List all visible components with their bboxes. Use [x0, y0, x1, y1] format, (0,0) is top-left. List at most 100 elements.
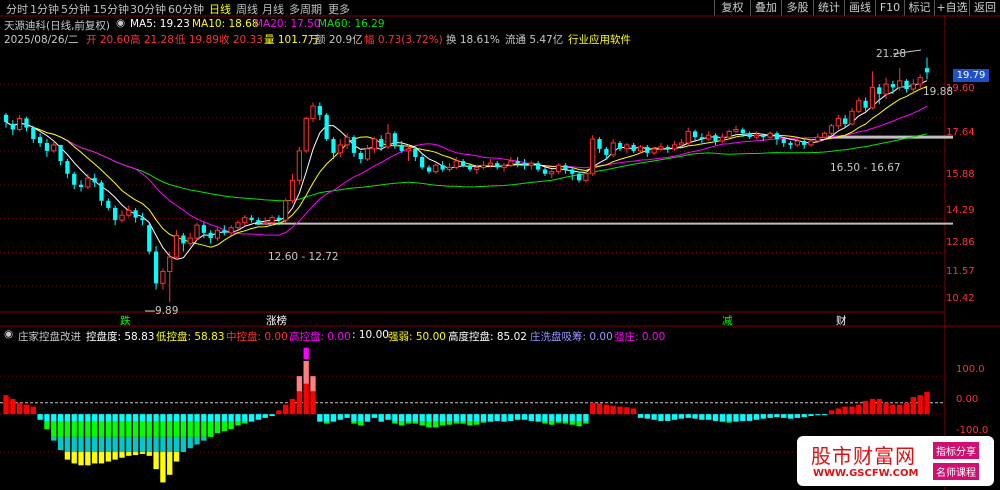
- ind-bar: [208, 421, 214, 437]
- ind-bar: [610, 405, 616, 415]
- ind-unnamed: : 10.00: [352, 329, 389, 341]
- price-tick: 15.88: [946, 169, 975, 180]
- ind-bar: [460, 414, 466, 422]
- candle-body: [549, 171, 555, 175]
- candle-body: [522, 163, 527, 166]
- ind-bar: [446, 421, 453, 425]
- candle-body: [788, 142, 793, 145]
- candle-body: [310, 105, 316, 119]
- ind-bar: [64, 414, 71, 422]
- candle-body: [781, 139, 786, 143]
- ind-strength: 强弱: 50.00: [388, 331, 446, 343]
- ind-bar: [92, 421, 98, 437]
- ind-bar: [467, 414, 473, 422]
- ind-bar: [412, 414, 418, 422]
- watermark-title: 股市财富网: [811, 444, 916, 468]
- ind-bar: [439, 421, 446, 426]
- candle-body: [147, 225, 152, 252]
- ind-bar: [85, 436, 91, 453]
- ma20-line: [5, 105, 928, 236]
- ind-bar: [562, 421, 569, 424]
- ind-bar: [726, 421, 732, 423]
- candle-body: [222, 230, 227, 233]
- ind-bar: [842, 406, 848, 415]
- ind-bar: [64, 452, 71, 460]
- ind-bar: [419, 414, 425, 422]
- ind-bar: [64, 421, 71, 437]
- candle-body: [44, 142, 50, 151]
- candle-body: [495, 163, 500, 168]
- ind-bar: [112, 436, 118, 453]
- candle-body: [58, 144, 63, 162]
- last-price-label: 19.88: [923, 86, 954, 98]
- ind-bar: [57, 421, 64, 437]
- ind-bar: [201, 414, 207, 422]
- candle-body: [413, 148, 418, 157]
- candle-body: [106, 200, 111, 208]
- candle-body: [440, 165, 445, 170]
- ind-bar: [692, 414, 698, 419]
- candle-body: [726, 130, 732, 138]
- ind-tick: 0.00: [956, 394, 979, 405]
- ind-bar: [849, 406, 855, 415]
- ind-bar: [3, 395, 9, 415]
- ind-bar: [85, 452, 91, 466]
- event-marker-down[interactable]: 跌: [120, 313, 131, 328]
- ind-bar: [23, 404, 30, 415]
- ind-bar: [105, 414, 111, 422]
- current-price-tag: 19.79: [953, 69, 989, 82]
- candle-body: [133, 210, 138, 218]
- ind-bar: [781, 414, 787, 418]
- ind-bar: [92, 436, 98, 453]
- candle-body: [99, 182, 104, 201]
- candle-body: [917, 77, 923, 85]
- ind-bar: [132, 452, 139, 456]
- ind-bar: [480, 414, 487, 422]
- ind-mid-bar: [303, 360, 309, 384]
- ind-bar: [139, 436, 146, 453]
- ind-bar: [358, 421, 364, 426]
- ind-bar: [105, 421, 111, 437]
- ind-bar: [501, 414, 507, 422]
- ind-bar: [822, 414, 828, 416]
- candle-body: [767, 132, 773, 138]
- candle-body: [92, 178, 97, 183]
- event-marker-reduce[interactable]: 减: [722, 313, 733, 328]
- ind-bar: [276, 410, 282, 415]
- candle-body: [480, 164, 487, 168]
- indicator-toggle-icon[interactable]: ◉: [4, 328, 13, 340]
- ind-bar: [262, 414, 268, 418]
- ind-bar: [351, 414, 357, 422]
- candle-body: [194, 224, 200, 239]
- ind-bar: [139, 414, 146, 422]
- candle-body: [761, 135, 766, 138]
- candle-body: [808, 140, 814, 146]
- ind-bar: [494, 414, 500, 421]
- stock-chart-window: 分时 1分钟 5分钟 15分钟 30分钟 60分钟 日线 周线 月线 多周期 更…: [0, 0, 1000, 490]
- ind-bar: [378, 414, 384, 422]
- candle-body: [555, 164, 562, 173]
- ind-bar: [801, 414, 807, 418]
- candle-body: [446, 166, 453, 170]
- ind-bar: [10, 398, 16, 415]
- ind-bar: [426, 421, 432, 428]
- ind-bar: [576, 414, 582, 422]
- event-marker-top-list[interactable]: 涨榜: [266, 313, 287, 328]
- ma5-line: [5, 80, 928, 260]
- event-marker-finance[interactable]: 财: [836, 313, 847, 328]
- candle-body: [665, 146, 670, 149]
- price-tick: 11.57: [946, 266, 975, 277]
- candle-body: [331, 139, 336, 153]
- ind-bar: [856, 404, 862, 415]
- ind-bar: [323, 421, 330, 424]
- chart-canvas[interactable]: [0, 0, 1000, 490]
- ind-bar: [98, 436, 105, 453]
- ind-bar: [160, 421, 166, 437]
- ind-bar: [146, 414, 152, 422]
- ind-bar: [187, 414, 193, 422]
- candle-body: [590, 138, 596, 175]
- ind-bar: [242, 414, 248, 422]
- candle-body: [570, 169, 575, 174]
- ind-bar: [706, 414, 712, 420]
- ind-bar: [44, 421, 50, 430]
